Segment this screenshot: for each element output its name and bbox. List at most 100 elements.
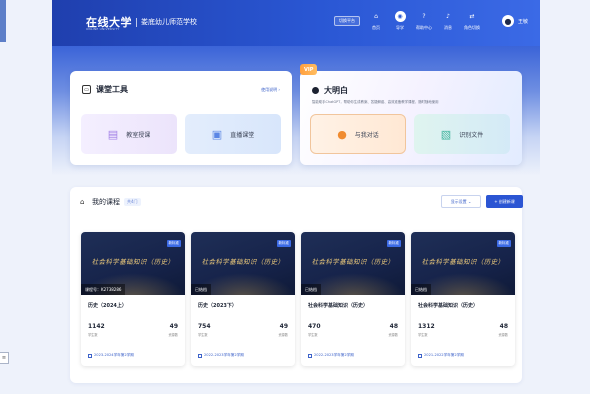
course-term: 2023-2024学年第2学期	[88, 353, 134, 358]
course-name: 社会科学基础知识（历史）	[308, 303, 369, 309]
new-standard-badge: 新标准	[496, 240, 511, 247]
bell-icon: ♪	[446, 13, 450, 20]
resource-stat: 49 资源数	[278, 323, 288, 337]
tools-header: ▭ 课堂工具	[82, 84, 128, 95]
resource-count-label: 资源数	[168, 333, 178, 337]
student-stat: 754 学生数	[198, 323, 211, 337]
course-stats: 754 学生数 49 资源数	[198, 323, 288, 337]
student-count-label: 学生数	[198, 333, 208, 337]
calendar-icon	[198, 353, 202, 358]
avatar-icon: ●	[502, 15, 514, 27]
switch-platform-button[interactable]: 切换平台	[334, 16, 360, 26]
display-settings-dropdown[interactable]: 显示设置 ⌄	[441, 195, 481, 208]
usage-guide-link[interactable]: 使用说明 ›	[261, 87, 280, 93]
ai-bot-icon	[312, 87, 319, 94]
page: 在线大学 娄底幼儿师范学校 ONLINE UNIVERSITY 切换平台 ⌂ 首…	[52, 0, 540, 394]
live-class-button[interactable]: ▣ 直播课堂	[185, 114, 281, 154]
cover-title: 社会科学基础知识（历史）	[421, 258, 505, 266]
course-card[interactable]: 新标准 社会科学基础知识（历史） 课程号：K2738286 历史（2024上） …	[81, 232, 185, 366]
resource-count: 49	[279, 323, 288, 330]
file-scan-icon: ▧	[440, 127, 452, 141]
course-stats: 470 学生数 48 资源数	[308, 323, 398, 337]
logo-subtitle: ONLINE UNIVERSITY	[86, 27, 120, 31]
course-cover: 新标准 社会科学基础知识（历史） 已结档	[301, 232, 405, 295]
calendar-icon	[88, 353, 92, 358]
student-count: 754	[198, 323, 211, 330]
student-stat: 1312 学生数	[418, 323, 435, 337]
classroom-icon: ▤	[107, 127, 119, 141]
course-name: 历史（2024上）	[88, 303, 127, 309]
nav-label: 首页	[372, 25, 380, 30]
resource-count-label: 资源数	[388, 333, 398, 337]
create-course-button[interactable]: + 创建新课	[486, 195, 523, 208]
left-edge-tab[interactable]	[0, 0, 6, 42]
nav-item[interactable]: ? 帮助中心	[412, 11, 436, 31]
course-term: 2022-2023学年第2学期	[198, 353, 244, 358]
new-standard-badge: 新标准	[166, 240, 181, 247]
home-icon: ⌂	[374, 13, 378, 20]
nav-label: 角色切换	[464, 25, 480, 30]
course-name: 社会科学基础知识（历史）	[418, 303, 479, 309]
classroom-tools-card: ▭ 课堂工具 使用说明 › ▤ 教室授课 ▣ 直播课堂	[70, 71, 292, 165]
resource-count: 48	[389, 323, 398, 330]
nav-item-active[interactable]: ◉ 导学	[388, 11, 412, 31]
student-stat: 470 学生数	[308, 323, 321, 337]
resource-count: 49	[169, 323, 178, 330]
ai-assistant-card: 大明白 智能助手ChatGPT，帮助你生成教案、答疑解惑、高效准备教学课程，随时…	[300, 71, 522, 165]
chat-icon: ●	[337, 127, 347, 141]
course-cover: 新标准 社会科学基础知识（历史） 已结档	[411, 232, 515, 295]
calendar-icon	[308, 353, 312, 358]
recognize-file-button[interactable]: ▧ 识别文件	[414, 114, 510, 154]
course-term: 2021-2022学年第2学期	[418, 353, 464, 358]
course-card[interactable]: 新标准 社会科学基础知识（历史） 已结档 社会科学基础知识（历史） 1312 学…	[411, 232, 515, 366]
resource-count: 48	[499, 323, 508, 330]
nav-item[interactable]: ⇄ 角色切换	[460, 11, 484, 31]
ai-title: 大明白	[324, 85, 348, 95]
resource-stat: 48 资源数	[388, 323, 398, 337]
student-count: 1142	[88, 323, 105, 330]
resource-count-label: 资源数	[498, 333, 508, 337]
nav-item[interactable]: ⌂ 首页	[364, 11, 388, 31]
logo-divider	[136, 17, 137, 27]
user-menu[interactable]: ● 王敏	[502, 15, 528, 27]
ai-item-label: 与我对话	[354, 131, 379, 139]
ai-item-label: 识别文件	[459, 131, 484, 139]
course-card[interactable]: 新标准 社会科学基础知识（历史） 已结档 历史（2023下） 754 学生数 4…	[191, 232, 295, 366]
student-count: 1312	[418, 323, 435, 330]
archived-label: 已结档	[411, 284, 431, 295]
vip-badge: VIP	[300, 64, 318, 75]
top-header: 在线大学 娄底幼儿师范学校 ONLINE UNIVERSITY 切换平台 ⌂ 首…	[52, 0, 540, 46]
course-stats: 1142 学生数 49 资源数	[88, 323, 178, 337]
term-text: 2022-2023学年第2学期	[204, 353, 244, 357]
student-count-label: 学生数	[88, 333, 98, 337]
term-text: 2021-2022学年第2学期	[424, 353, 464, 357]
course-cover: 新标准 社会科学基础知识（历史） 已结档	[191, 232, 295, 295]
courses-title: 我的课程	[92, 198, 120, 206]
my-courses-panel: ⌂ 我的课程 共4门 显示设置 ⌄ + 创建新课 新标准 社会科学基础知识（历史…	[70, 187, 523, 383]
course-cover: 新标准 社会科学基础知识（历史） 课程号：K2738286	[81, 232, 185, 295]
nav-label: 导学	[396, 25, 404, 30]
user-name: 王敏	[518, 18, 529, 25]
resource-stat: 49 资源数	[168, 323, 178, 337]
student-stat: 1142 学生数	[88, 323, 105, 337]
student-count: 470	[308, 323, 321, 330]
course-code-label: 课程号：K2738286	[81, 284, 126, 295]
left-side-widget[interactable]: ≡	[0, 352, 9, 364]
ai-subtitle: 智能助手ChatGPT，帮助你生成教案、答疑解惑、高效准备教学课程，随时随地使用	[312, 100, 439, 104]
nav-label: 消息	[444, 25, 452, 30]
archived-label: 已结档	[191, 284, 211, 295]
monitor-icon: ▭	[82, 85, 91, 94]
resource-count-label: 资源数	[278, 333, 288, 337]
cover-title: 社会科学基础知识（历史）	[91, 258, 175, 266]
student-count-label: 学生数	[308, 333, 318, 337]
chat-with-me-button[interactable]: ● 与我对话	[310, 114, 406, 154]
course-name: 历史（2023下）	[198, 303, 237, 309]
classroom-teaching-button[interactable]: ▤ 教室授课	[81, 114, 177, 154]
role-switch-icon: ⇄	[469, 13, 475, 20]
course-card[interactable]: 新标准 社会科学基础知识（历史） 已结档 社会科学基础知识（历史） 470 学生…	[301, 232, 405, 366]
new-standard-badge: 新标准	[276, 240, 291, 247]
top-nav: ⌂ 首页 ◉ 导学 ? 帮助中心 ♪ 消息 ⇄ 角色切换	[364, 11, 484, 31]
cover-title: 社会科学基础知识（历史）	[201, 258, 285, 266]
tools-title: 课堂工具	[96, 84, 128, 94]
nav-item[interactable]: ♪ 消息	[436, 11, 460, 31]
